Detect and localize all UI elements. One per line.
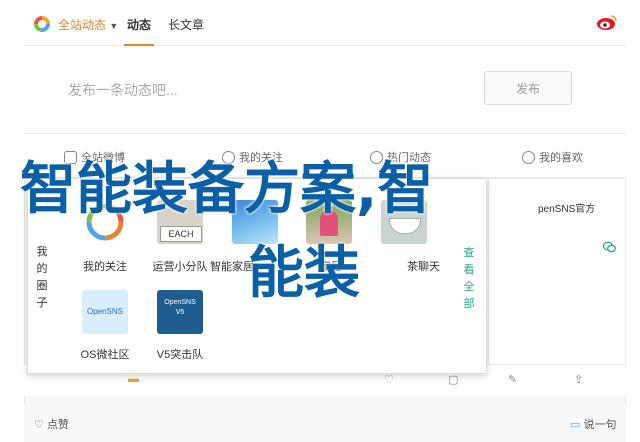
filter-label: 全站动态 [58,18,107,32]
overlay-title-line-1: 智能装备方案,智 [20,157,434,222]
site-logo-icon [34,16,50,32]
footer [24,404,626,442]
app-label[interactable]: V5突击队 [140,346,220,362]
tab-label: 我的喜欢 [539,152,583,164]
heart-icon: ♡ [34,419,44,431]
side-panel-name[interactable]: penSNS官方 [538,200,595,215]
app-label[interactable]: OS微社区 [65,346,145,362]
filter-dropdown[interactable]: 全站动态 ▼ [58,16,118,33]
v5-team-app-icon[interactable]: OpenSNS V5 [157,290,203,334]
my-circle-label: 我 的 圈 子 [36,246,48,309]
composer-input[interactable]: 发布一条动态吧... [68,80,178,100]
view-all-link[interactable]: 查 看 全 部 [463,245,475,313]
like-button[interactable]: ♡ 点赞 [34,416,69,432]
comment-button[interactable]: ▭ 说一句 [570,416,616,432]
overlay-title-line-2: 能装 [248,241,360,306]
post-button[interactable]: 发布 [484,71,572,105]
comment-icon: ▭ [570,419,581,431]
os-community-app-icon[interactable]: OpenSNS [82,290,128,334]
chevron-down-icon: ▼ [109,21,119,31]
app-label[interactable]: 茶聊天 [376,258,440,274]
tag-icon: ▬ [128,373,139,385]
heart-icon [522,150,535,164]
like-label: 点赞 [46,419,69,431]
tab-dynamic[interactable]: 动态 [127,16,151,33]
app-label[interactable]: 运营小分队 [140,258,220,274]
tab-long-article[interactable]: 长文章 [168,16,204,33]
comment-label: 说一句 [583,419,617,431]
app-label[interactable]: 我的关注 [65,258,145,274]
edit-icon[interactable]: ✎ [508,373,517,386]
tab-my-likes[interactable]: 我的喜欢 [522,149,583,165]
share-icon[interactable]: ⇪ [574,373,583,386]
like-count-icon[interactable]: ♡ [384,373,394,386]
weibo-icon[interactable] [596,13,618,31]
comment-count-icon[interactable]: ▢ [448,373,458,386]
wechat-icon[interactable] [603,241,616,253]
